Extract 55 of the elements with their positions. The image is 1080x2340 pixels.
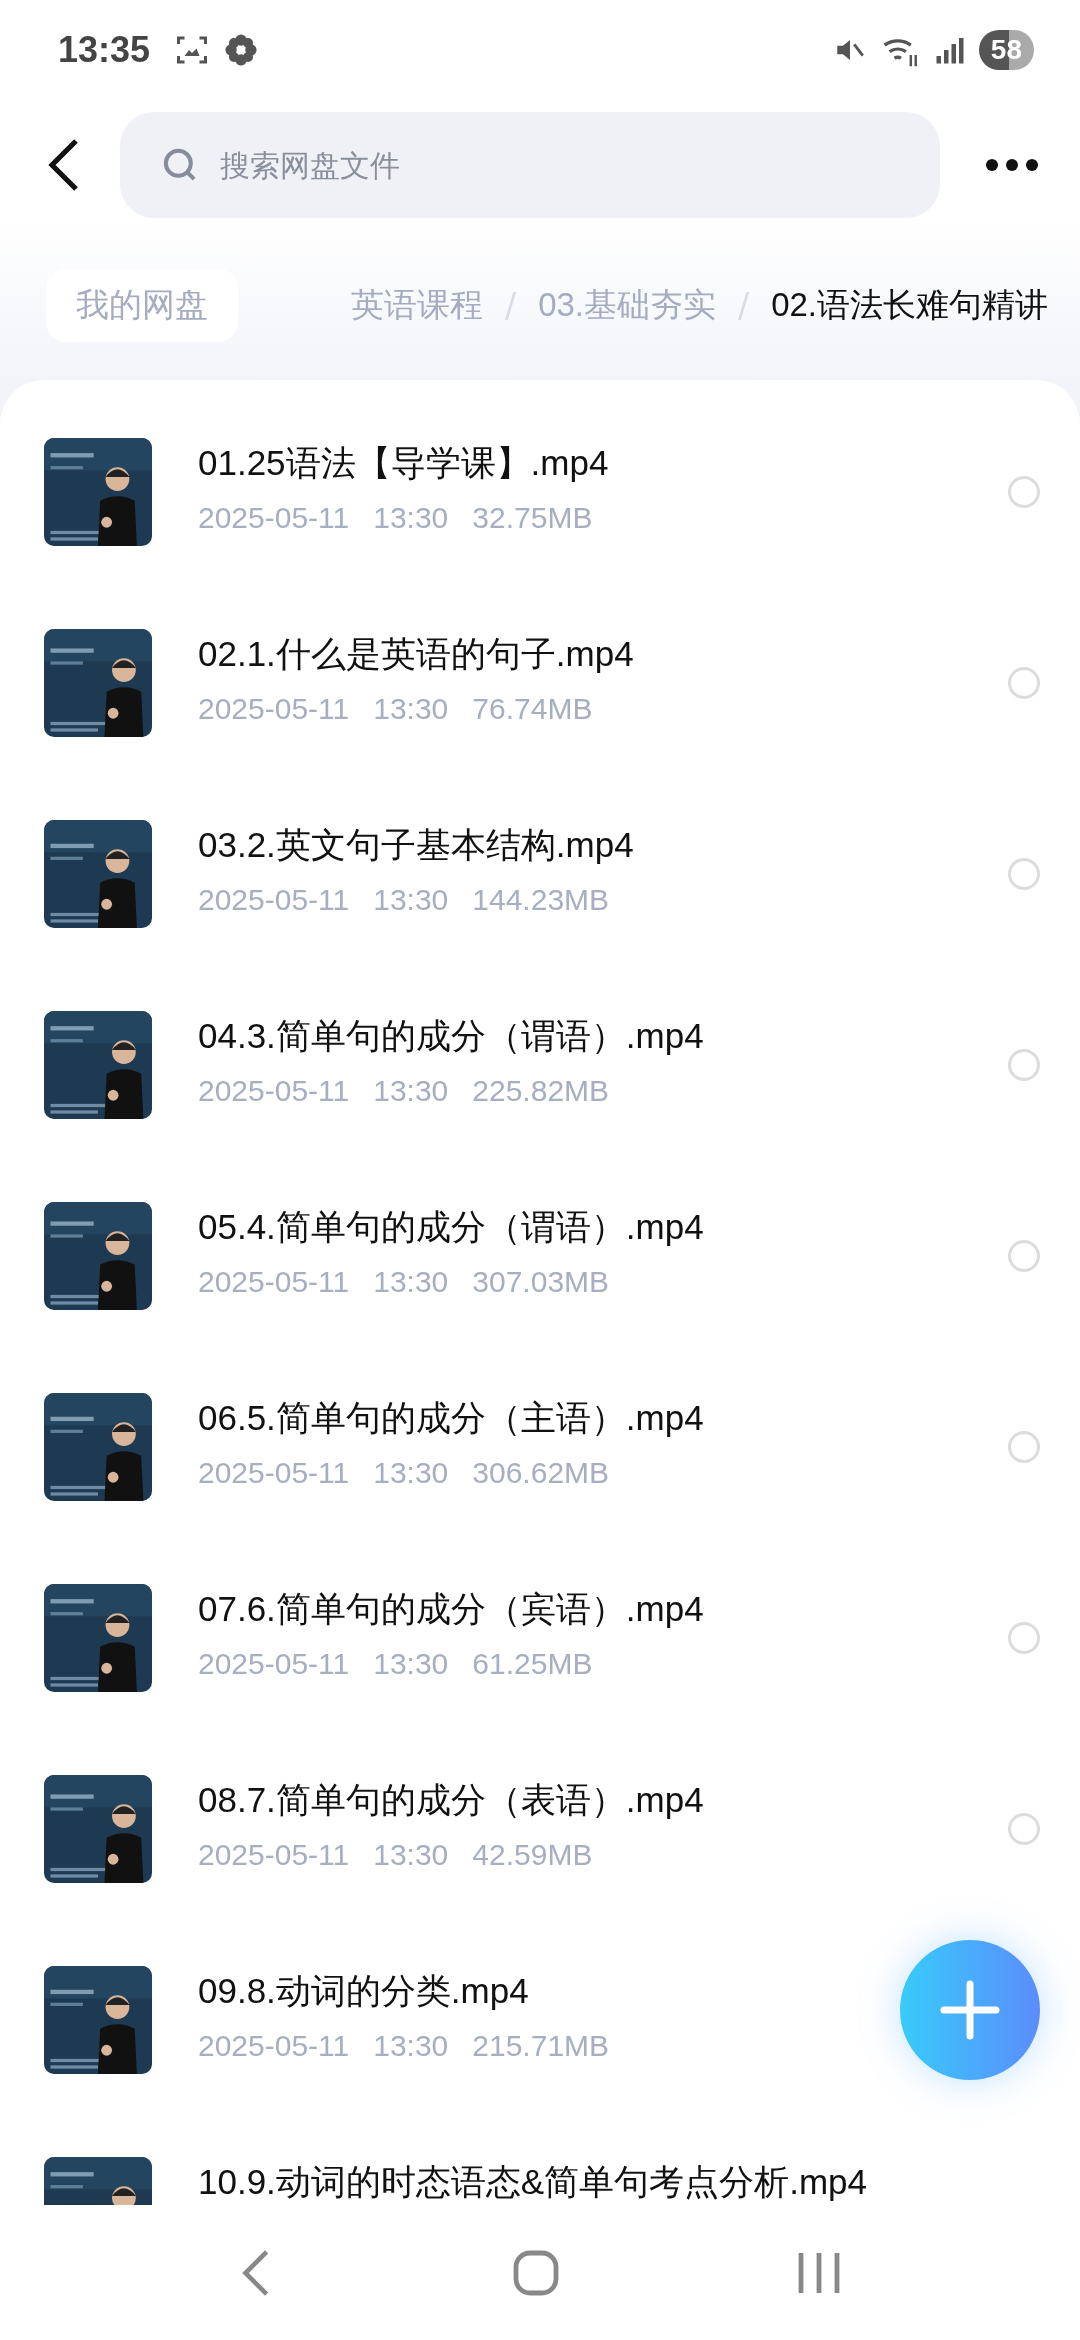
- search-field[interactable]: 搜索网盘文件: [120, 112, 940, 218]
- file-size: 32.75MB: [472, 501, 593, 535]
- file-date: 2025-05-11: [198, 2029, 350, 2063]
- select-radio[interactable]: [1008, 1240, 1040, 1272]
- path-separator: /: [738, 285, 750, 325]
- file-size: 307.03MB: [472, 1265, 610, 1299]
- select-radio[interactable]: [1008, 1622, 1040, 1654]
- file-name[interactable]: 09.8.动词的分类.mp4: [198, 1968, 529, 2015]
- file-time: 13:30: [373, 1074, 449, 1108]
- file-size: 225.82MB: [472, 1074, 610, 1108]
- status-time: 13:35: [58, 29, 151, 71]
- file-name[interactable]: 02.1.什么是英语的句子.mp4: [198, 631, 634, 678]
- file-size: 144.23MB: [472, 883, 610, 917]
- file-name[interactable]: 03.2.英文句子基本结构.mp4: [198, 822, 634, 869]
- plus-icon: [940, 1980, 1000, 2040]
- file-size: 215.71MB: [472, 2029, 610, 2063]
- file-time: 13:30: [373, 1265, 449, 1299]
- path-separator: /: [505, 285, 517, 325]
- file-name[interactable]: 05.4.简单句的成分（谓语）.mp4: [198, 1204, 704, 1251]
- file-date: 2025-05-11: [198, 1838, 350, 1872]
- file-name[interactable]: 07.6.简单句的成分（宾语）.mp4: [198, 1586, 704, 1633]
- file-size: 306.62MB: [472, 1456, 610, 1490]
- select-radio[interactable]: [1008, 1049, 1040, 1081]
- file-time: 13:30: [373, 883, 449, 917]
- file-name[interactable]: 06.5.简单句的成分（主语）.mp4: [198, 1395, 704, 1442]
- file-name[interactable]: 04.3.简单句的成分（谓语）.mp4: [198, 1013, 704, 1060]
- file-time: 13:30: [373, 1838, 449, 1872]
- file-size: 76.74MB: [472, 692, 593, 726]
- file-time: 13:30: [373, 2029, 449, 2063]
- file-size: 61.25MB: [472, 1647, 593, 1681]
- file-date: 2025-05-11: [198, 692, 350, 726]
- file-date: 2025-05-11: [198, 1456, 350, 1490]
- flower-icon: [224, 33, 259, 67]
- select-radio[interactable]: [1008, 476, 1040, 508]
- file-size: 42.59MB: [472, 1838, 593, 1872]
- more-icon[interactable]: [984, 157, 1040, 173]
- breadcrumb-item[interactable]: 02.语法长难句精讲: [771, 282, 1048, 328]
- select-radio[interactable]: [1008, 858, 1040, 890]
- file-name[interactable]: 08.7.简单句的成分（表语）.mp4: [198, 1777, 704, 1824]
- file-date: 2025-05-11: [198, 1074, 350, 1108]
- select-radio[interactable]: [1008, 1431, 1040, 1463]
- file-date: 2025-05-11: [198, 501, 350, 535]
- file-time: 13:30: [373, 1456, 449, 1490]
- file-time: 13:30: [373, 1647, 449, 1681]
- file-name[interactable]: 01.25语法【导学课】.mp4: [198, 440, 609, 487]
- battery-level: 58: [978, 30, 1034, 70]
- file-time: 13:30: [373, 692, 449, 726]
- home-icon[interactable]: [512, 2248, 560, 2297]
- file-date: 2025-05-11: [198, 883, 350, 917]
- file-name[interactable]: 10.9.动词的时态语态&简单句考点分析.mp4: [198, 2159, 867, 2205]
- file-date: 2025-05-11: [198, 1647, 350, 1681]
- select-radio[interactable]: [1008, 1813, 1040, 1845]
- select-radio[interactable]: [1008, 667, 1040, 699]
- file-time: 13:30: [373, 501, 449, 535]
- file-date: 2025-05-11: [198, 1265, 350, 1299]
